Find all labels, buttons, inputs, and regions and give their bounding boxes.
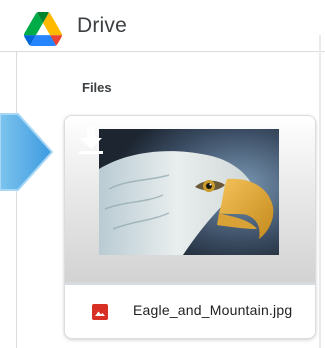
download-icon[interactable] bbox=[75, 125, 107, 155]
app-header: Drive bbox=[0, 0, 325, 52]
eagle-photo bbox=[99, 129, 279, 255]
image-file-icon bbox=[92, 304, 108, 320]
section-title-files: Files bbox=[82, 80, 112, 95]
file-name-row[interactable]: Eagle_and_Mountain.jpg bbox=[65, 285, 315, 338]
google-drive-logo-icon[interactable] bbox=[21, 12, 65, 46]
file-thumbnail[interactable] bbox=[65, 116, 315, 285]
file-card[interactable]: Eagle_and_Mountain.jpg bbox=[64, 115, 316, 339]
app-name: Drive bbox=[77, 14, 128, 37]
right-scroll-edge bbox=[319, 35, 321, 348]
left-divider bbox=[16, 51, 17, 348]
pointer-arrow-icon bbox=[0, 113, 54, 191]
file-name-label: Eagle_and_Mountain.jpg bbox=[133, 302, 293, 318]
